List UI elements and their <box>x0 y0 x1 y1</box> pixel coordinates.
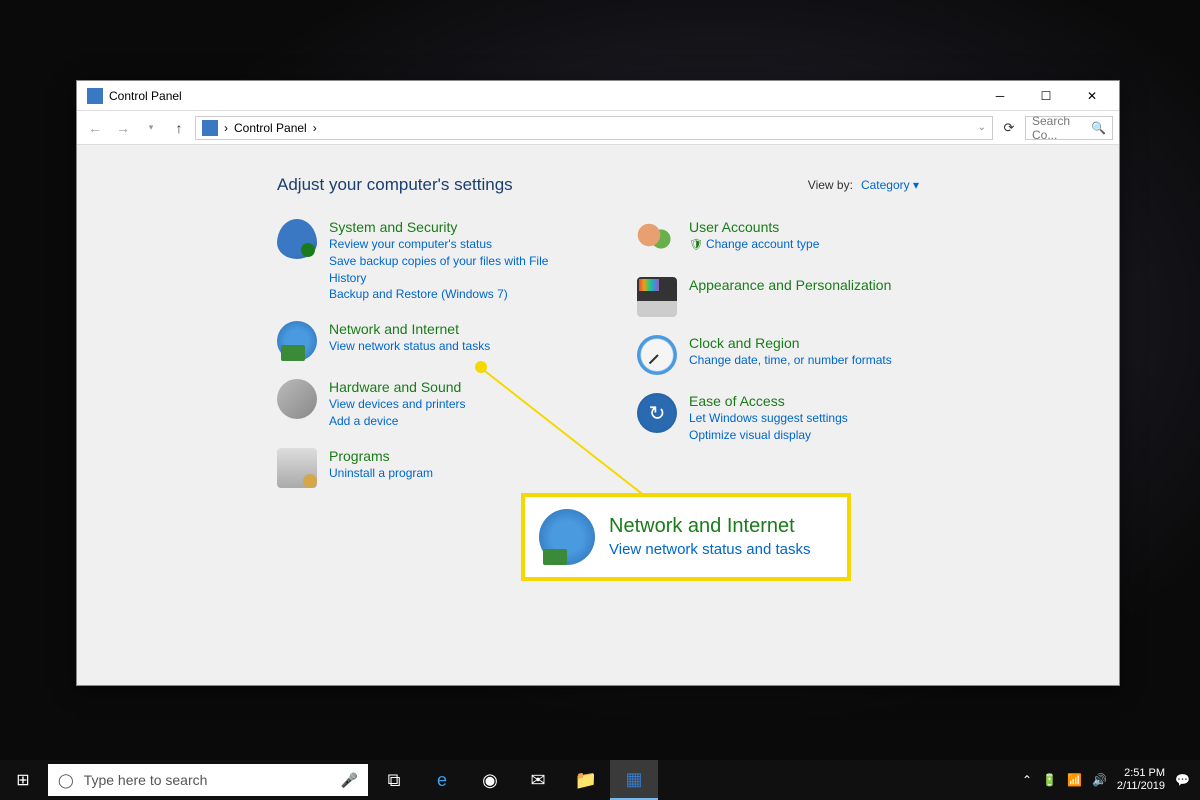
category-title[interactable]: Programs <box>329 448 433 464</box>
breadcrumb-chevron: › <box>224 121 228 135</box>
globe-icon <box>277 321 317 361</box>
window-title: Control Panel <box>109 89 977 103</box>
control-panel-taskbar-icon[interactable]: ▦ <box>610 760 658 800</box>
up-button[interactable]: ↑ <box>167 116 191 140</box>
back-button[interactable]: ← <box>83 116 107 140</box>
control-panel-window: Control Panel ─ ☐ ✕ ← → ▾ ↑ › Control Pa… <box>76 80 1120 686</box>
forward-button[interactable]: → <box>111 116 135 140</box>
address-dropdown-icon[interactable]: ⌄ <box>978 122 986 133</box>
category-user-accounts: User Accounts Change account type <box>637 219 937 259</box>
mail-icon[interactable]: ✉ <box>514 760 562 800</box>
network-icon[interactable]: 📶 <box>1067 773 1082 787</box>
start-button[interactable]: ⊞ <box>0 760 46 800</box>
clock-tray[interactable]: 2:51 PM 2/11/2019 <box>1117 767 1165 793</box>
category-link[interactable]: Review your computer's status <box>329 236 577 253</box>
titlebar[interactable]: Control Panel ─ ☐ ✕ <box>77 81 1119 111</box>
category-link[interactable]: Save backup copies of your files with Fi… <box>329 253 577 287</box>
category-hardware-sound: Hardware and Sound View devices and prin… <box>277 379 577 430</box>
clock-icon <box>637 335 677 375</box>
close-button[interactable]: ✕ <box>1069 81 1115 111</box>
edge-icon[interactable]: e <box>418 760 466 800</box>
volume-icon[interactable]: 🔊 <box>1092 773 1107 787</box>
tray-overflow-icon[interactable]: ⌃ <box>1022 773 1032 787</box>
taskbar-search[interactable]: ◯ Type here to search 🎤 <box>48 764 368 796</box>
system-tray: ⌃ 🔋 📶 🔊 2:51 PM 2/11/2019 💬 <box>1012 767 1200 793</box>
category-system-security: System and Security Review your computer… <box>277 219 577 303</box>
view-by-control[interactable]: View by: Category ▾ <box>808 178 919 192</box>
category-title[interactable]: Hardware and Sound <box>329 379 466 395</box>
search-placeholder: Type here to search <box>84 772 208 788</box>
category-title[interactable]: Clock and Region <box>689 335 892 351</box>
battery-icon[interactable]: 🔋 <box>1042 773 1057 787</box>
minimize-button[interactable]: ─ <box>977 81 1023 111</box>
view-by-label: View by: <box>808 178 853 192</box>
category-link[interactable]: Change account type <box>689 236 819 253</box>
breadcrumb-item[interactable]: Control Panel <box>234 121 307 135</box>
view-by-value: Category <box>861 178 910 192</box>
control-panel-icon <box>87 88 103 104</box>
printer-icon <box>277 379 317 419</box>
category-column-right: User Accounts Change account type Appear… <box>637 219 937 488</box>
annotation-callout: Network and Internet View network status… <box>521 493 851 581</box>
category-link[interactable]: Add a device <box>329 413 466 430</box>
taskbar: ⊞ ◯ Type here to search 🎤 ⧉ e ◉ ✉ 📁 ▦ ⌃ … <box>0 760 1200 800</box>
category-link[interactable]: Let Windows suggest settings <box>689 410 848 427</box>
category-title[interactable]: Appearance and Personalization <box>689 277 891 293</box>
category-link[interactable]: Change date, time, or number formats <box>689 352 892 369</box>
search-placeholder: Search Co... <box>1032 114 1091 142</box>
category-link[interactable]: Uninstall a program <box>329 465 433 482</box>
category-link[interactable]: View devices and printers <box>329 396 466 413</box>
category-title[interactable]: System and Security <box>329 219 577 235</box>
task-view-button[interactable]: ⧉ <box>370 760 418 800</box>
chrome-icon[interactable]: ◉ <box>466 760 514 800</box>
category-link[interactable]: Backup and Restore (Windows 7) <box>329 286 577 303</box>
category-title[interactable]: User Accounts <box>689 219 819 235</box>
action-center-icon[interactable]: 💬 <box>1175 773 1190 787</box>
category-column-left: System and Security Review your computer… <box>277 219 577 488</box>
address-bar[interactable]: › Control Panel › ⌄ <box>195 116 993 140</box>
refresh-button[interactable]: ⟳ <box>997 116 1021 140</box>
category-programs: Programs Uninstall a program <box>277 448 577 488</box>
category-appearance: Appearance and Personalization <box>637 277 937 317</box>
maximize-button[interactable]: ☐ <box>1023 81 1069 111</box>
search-input[interactable]: Search Co... 🔍 <box>1025 116 1113 140</box>
shield-icon <box>277 219 317 259</box>
page-title: Adjust your computer's settings <box>277 175 513 195</box>
ease-of-access-icon <box>637 393 677 433</box>
breadcrumb-chevron: › <box>313 121 317 135</box>
cortana-icon: ◯ <box>58 772 74 789</box>
category-title[interactable]: Network and Internet <box>329 321 490 337</box>
window-controls: ─ ☐ ✕ <box>977 81 1115 111</box>
globe-icon <box>539 509 595 565</box>
callout-link: View network status and tasks <box>609 539 811 560</box>
content-area: Adjust your computer's settings View by:… <box>77 145 1119 685</box>
category-network-internet: Network and Internet View network status… <box>277 321 577 361</box>
tray-time: 2:51 PM <box>1117 767 1165 780</box>
category-link[interactable]: View network status and tasks <box>329 338 490 355</box>
search-icon: 🔍 <box>1091 121 1106 135</box>
mic-icon[interactable]: 🎤 <box>341 772 358 789</box>
category-clock-region: Clock and Region Change date, time, or n… <box>637 335 937 375</box>
callout-title: Network and Internet <box>609 515 811 538</box>
file-explorer-icon[interactable]: 📁 <box>562 760 610 800</box>
tray-date: 2/11/2019 <box>1117 780 1165 793</box>
programs-icon <box>277 448 317 488</box>
category-link[interactable]: Optimize visual display <box>689 427 848 444</box>
address-icon <box>202 120 218 136</box>
taskbar-apps: ⧉ e ◉ ✉ 📁 ▦ <box>370 760 658 800</box>
category-ease-of-access: Ease of Access Let Windows suggest setti… <box>637 393 937 444</box>
navigation-bar: ← → ▾ ↑ › Control Panel › ⌄ ⟳ Search Co.… <box>77 111 1119 145</box>
category-title[interactable]: Ease of Access <box>689 393 848 409</box>
users-icon <box>637 219 677 259</box>
monitor-icon <box>637 277 677 317</box>
recent-dropdown[interactable]: ▾ <box>139 116 163 140</box>
